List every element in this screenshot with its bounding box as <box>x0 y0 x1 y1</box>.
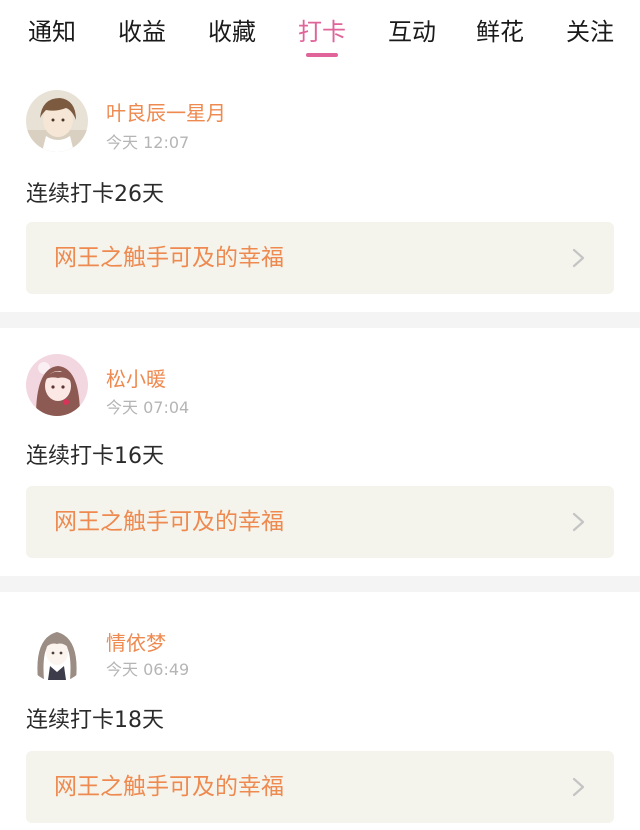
book-link[interactable]: 网王之触手可及的幸福 <box>26 222 614 294</box>
tab-favorites[interactable]: 收藏 <box>206 14 258 50</box>
chevron-right-icon <box>572 248 585 268</box>
streak-text: 连续打卡26天 <box>26 182 164 207</box>
chevron-right-icon <box>572 512 585 532</box>
tab-flowers[interactable]: 鲜花 <box>474 14 526 50</box>
checkin-card: 松小暖 今天 07:04 连续打卡16天 网王之触手可及的幸福 <box>0 328 640 576</box>
avatar[interactable] <box>26 90 88 152</box>
tab-notifications[interactable]: 通知 <box>26 14 78 50</box>
tab-interactions[interactable]: 互动 <box>386 14 438 50</box>
streak-text: 连续打卡18天 <box>26 708 164 733</box>
tab-following[interactable]: 关注 <box>564 14 616 50</box>
username[interactable]: 叶良辰一星月 <box>106 97 226 126</box>
card-divider <box>0 576 640 592</box>
book-link[interactable]: 网王之触手可及的幸福 <box>26 751 614 823</box>
timestamp: 今天 06:49 <box>106 660 190 679</box>
card-divider <box>0 312 640 328</box>
book-link[interactable]: 网王之触手可及的幸福 <box>26 486 614 558</box>
chevron-right-icon <box>572 777 585 797</box>
username[interactable]: 情依梦 <box>106 627 166 656</box>
book-title: 网王之触手可及的幸福 <box>54 509 284 535</box>
checkin-card: 叶良辰一星月 今天 12:07 连续打卡26天 网王之触手可及的幸福 <box>0 66 640 312</box>
timestamp: 今天 12:07 <box>106 133 190 152</box>
tab-earnings[interactable]: 收益 <box>116 14 168 50</box>
book-title: 网王之触手可及的幸福 <box>54 245 284 271</box>
book-title: 网王之触手可及的幸福 <box>54 774 284 800</box>
streak-text: 连续打卡16天 <box>26 444 164 469</box>
tab-checkin[interactable]: 打卡 <box>296 14 348 50</box>
active-tab-indicator <box>306 53 338 57</box>
avatar[interactable] <box>26 354 88 416</box>
avatar[interactable] <box>26 620 88 682</box>
avatar-boy-icon <box>26 90 88 152</box>
checkin-card: 情依梦 今天 06:49 连续打卡18天 网王之触手可及的幸福 <box>0 592 640 830</box>
avatar-girl-pink-icon <box>26 354 88 416</box>
avatar-girl-sketch-icon <box>26 620 88 682</box>
top-tab-bar: 通知 收益 收藏 打卡 互动 鲜花 关注 <box>0 0 640 66</box>
username[interactable]: 松小暖 <box>106 363 166 392</box>
timestamp: 今天 07:04 <box>106 398 190 417</box>
